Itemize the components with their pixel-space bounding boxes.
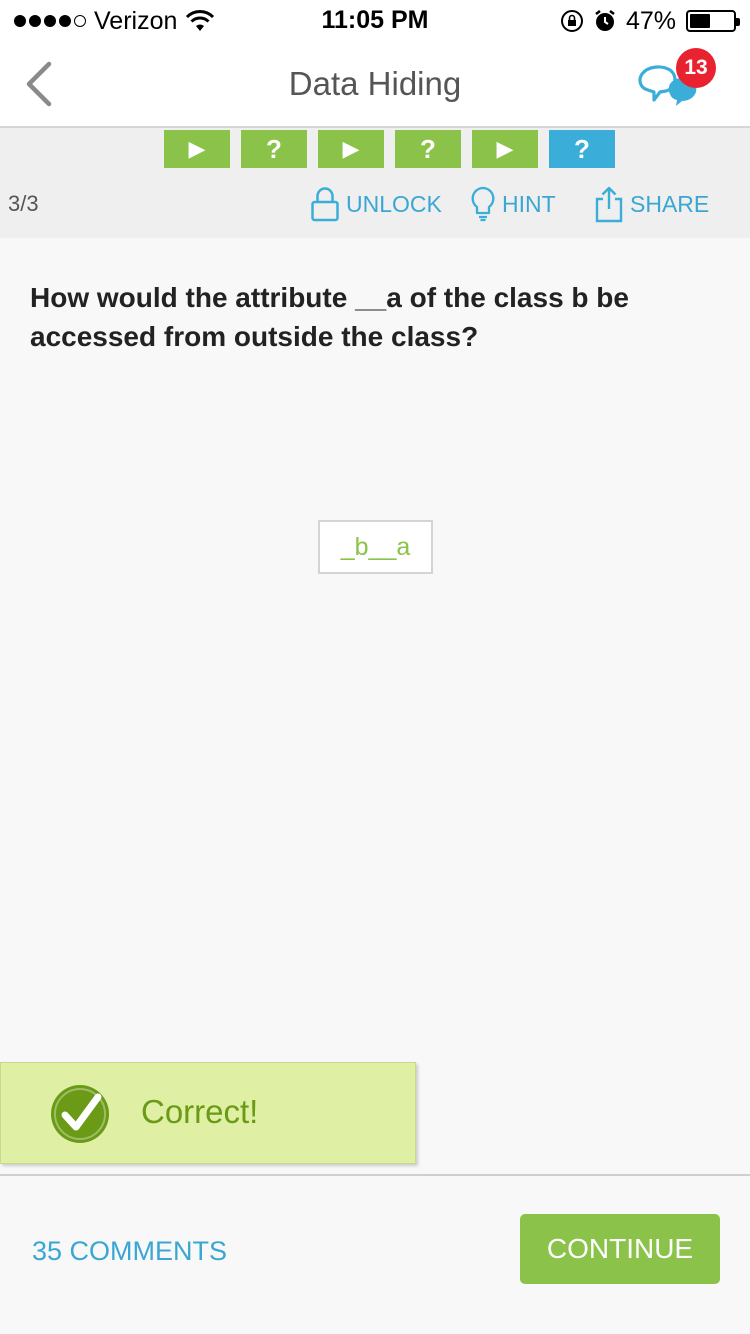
battery-level	[690, 14, 710, 28]
play-icon: ▶	[342, 136, 360, 161]
question-mark-icon: ?	[266, 133, 282, 164]
progress-step-quiz[interactable]: ?	[395, 130, 461, 168]
correct-message: Correct!	[141, 1093, 259, 1130]
hint-label: HINT	[502, 190, 556, 217]
status-bar: Verizon 11:05 PM 47%	[0, 0, 750, 40]
status-right: 47%	[560, 6, 740, 36]
alarm-icon	[595, 10, 615, 31]
orientation-lock-icon	[560, 10, 583, 32]
unlock-button[interactable]: UNLOCK	[310, 184, 442, 224]
progress-step-play[interactable]: ▶	[318, 130, 384, 168]
lesson-toolbar: ▶ ? ▶ ? ▶ ? 3/3 UNLOCK HINT SHARE	[0, 128, 750, 238]
question-mark-icon: ?	[574, 133, 590, 164]
discussion-button[interactable]: 13	[630, 46, 720, 122]
progress-step-quiz[interactable]: ?	[241, 130, 307, 168]
correct-banner: Correct!	[0, 1062, 416, 1164]
chevron-left-icon	[26, 61, 52, 107]
progress-step-play[interactable]: ▶	[472, 130, 538, 168]
lightbulb-icon	[471, 186, 495, 222]
notification-badge: 13	[676, 48, 716, 88]
answer-field[interactable]: _b__a	[318, 520, 433, 574]
lock-icon	[311, 187, 339, 222]
hint-button[interactable]: HINT	[470, 184, 556, 224]
progress-step-play[interactable]: ▶	[164, 130, 230, 168]
nav-bar: Data Hiding 13	[0, 40, 750, 128]
share-button[interactable]: SHARE	[594, 184, 709, 224]
comments-link[interactable]: 35 COMMENTS	[32, 1236, 227, 1267]
checkmark-icon	[51, 1085, 109, 1143]
play-icon: ▶	[496, 136, 514, 161]
progress-step-quiz-current[interactable]: ?	[549, 130, 615, 168]
back-button[interactable]	[8, 52, 68, 116]
page-title: Data Hiding	[288, 65, 462, 102]
unlock-label: UNLOCK	[346, 190, 442, 217]
share-icon	[595, 186, 623, 223]
continue-button[interactable]: CONTINUE	[520, 1214, 720, 1284]
play-icon: ▶	[188, 136, 206, 161]
battery-percent: 47%	[625, 6, 676, 35]
battery-icon	[686, 10, 740, 32]
lesson-progress: ▶ ? ▶ ? ▶ ?	[164, 130, 615, 168]
question-text: How would the attribute __a of the class…	[30, 282, 629, 352]
question-counter: 3/3	[8, 191, 39, 216]
share-label: SHARE	[630, 190, 710, 217]
footer-bar: 35 COMMENTS CONTINUE	[0, 1174, 750, 1334]
question-mark-icon: ?	[420, 133, 436, 164]
